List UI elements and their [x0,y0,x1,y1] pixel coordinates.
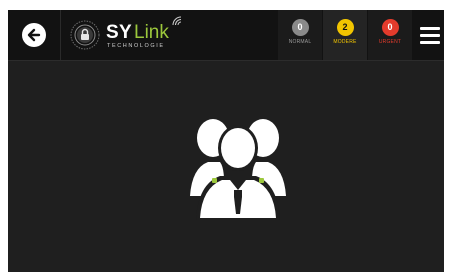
menu-line [420,26,440,30]
hamburger-menu-icon[interactable] [416,10,444,60]
status-modere-label: MODERE [333,39,357,45]
status-urgent-badge: 0 [381,19,399,36]
status-normal-badge: 0 [291,19,309,36]
menu-line [420,40,440,44]
status-normal-label: NORMAL [288,39,312,45]
group-users-icon [190,119,286,220]
arrow-left-icon [22,23,46,47]
status-urgent-label: URGENT [378,39,402,45]
status-modere-badge: 2 [336,19,354,36]
sylink-logo: SY Link TECHNOLOGIE [70,16,190,54]
logo-brand-light: Link [134,22,169,43]
logo-brand-bold: SY [106,22,132,43]
status-normal[interactable]: 0 NORMAL [278,10,322,60]
logo-tagline: TECHNOLOGIE [107,43,165,49]
lock-seal-icon [70,20,100,50]
status-urgent[interactable]: 0 URGENT [368,10,412,60]
menu-line [420,33,440,37]
top-bar: SY Link TECHNOLOGIE 0 NORMAL 2 MODERE 0 … [8,10,444,61]
status-modere[interactable]: 2 MODERE [323,10,367,60]
back-button[interactable] [8,10,61,60]
signal-icon [172,16,182,26]
app-frame: SY Link TECHNOLOGIE 0 NORMAL 2 MODERE 0 … [8,10,444,272]
